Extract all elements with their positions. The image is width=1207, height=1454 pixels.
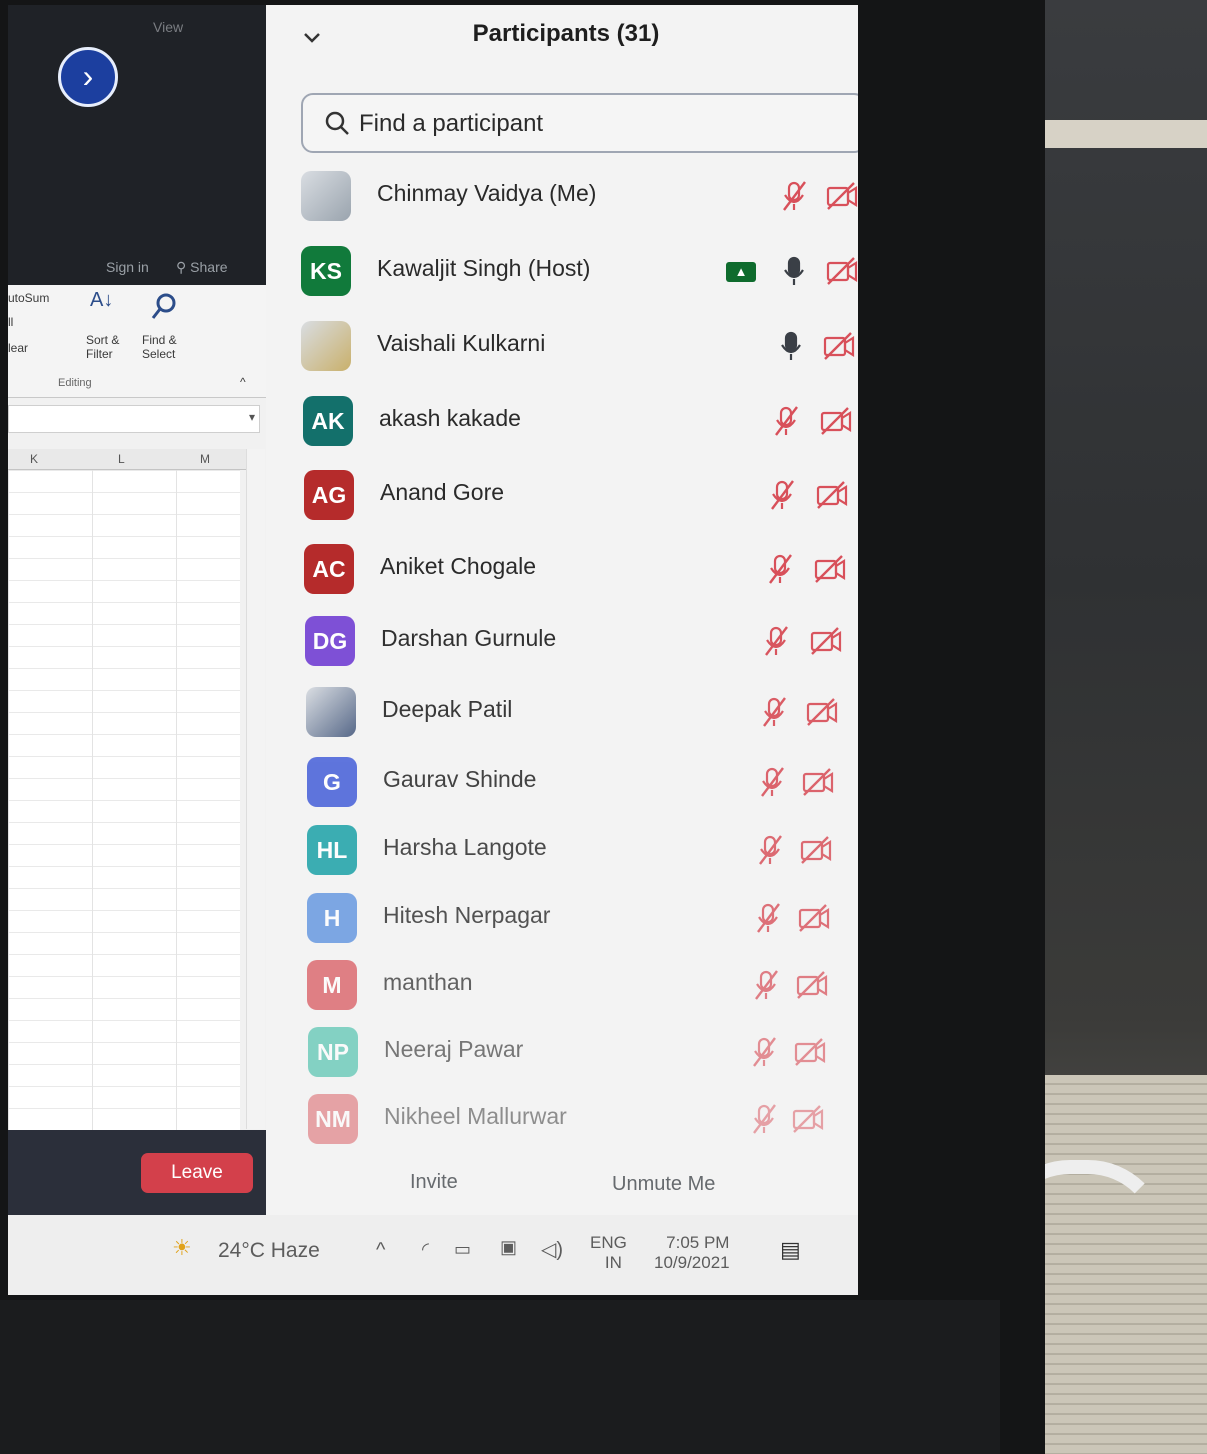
video-off-icon[interactable]	[794, 967, 830, 1003]
unmute-me-button[interactable]: Unmute Me	[612, 1173, 715, 1196]
wall-shelf	[1045, 120, 1207, 148]
mic-muted-icon[interactable]	[748, 967, 784, 1003]
video-off-icon[interactable]	[812, 551, 848, 587]
participant-name: manthan	[383, 969, 473, 995]
avatar-photo	[301, 321, 351, 371]
participant-name: Gaurav Shinde	[383, 766, 537, 792]
video-off-icon[interactable]	[798, 832, 834, 868]
participant-name: Neeraj Pawar	[384, 1036, 524, 1062]
participant-name: Hitesh Nerpagar	[383, 902, 551, 928]
participant-row[interactable]: Mmanthan	[299, 952, 858, 1018]
participant-name: Vaishali Kulkarni	[377, 330, 546, 356]
mic-muted-icon[interactable]	[764, 477, 800, 513]
avatar-initials: H	[307, 893, 357, 943]
avatar-initials: G	[307, 757, 357, 807]
mic-icon[interactable]	[776, 253, 812, 289]
video-off-icon[interactable]	[821, 328, 857, 364]
participant-row[interactable]: AK akash kakade	[295, 388, 855, 454]
monitor-bezel-bottom	[0, 1300, 1000, 1454]
battery-icon[interactable]: ▭	[454, 1239, 471, 1260]
mic-muted-icon[interactable]	[752, 832, 788, 868]
avatar-initials: AK	[303, 396, 353, 446]
leave-button[interactable]: Leave	[141, 1153, 253, 1193]
avatar-initials: AG	[304, 470, 354, 520]
participant-row[interactable]: DG Darshan Gurnule	[297, 608, 857, 674]
notification-icon[interactable]: ▤	[780, 1237, 801, 1263]
video-off-icon[interactable]	[818, 403, 854, 439]
video-off-icon[interactable]	[824, 178, 858, 214]
video-off-icon[interactable]	[796, 900, 832, 936]
video-off-icon[interactable]	[792, 1034, 828, 1070]
participant-name: Anand Gore	[380, 479, 505, 505]
participant-name: Kawaljit Singh (Host)	[377, 255, 591, 281]
mic-muted-icon[interactable]	[758, 623, 794, 659]
mic-muted-icon[interactable]	[768, 403, 804, 439]
participant-row[interactable]: NM Nikheel Mallurwar	[300, 1086, 858, 1152]
avatar-initials: DG	[305, 616, 355, 666]
video-off-icon[interactable]	[814, 477, 850, 513]
mic-muted-icon[interactable]	[776, 178, 812, 214]
clock-date: 10/9/2021	[654, 1253, 730, 1272]
participant-row[interactable]: Chinmay Vaidya (Me)	[293, 163, 858, 229]
video-off-icon[interactable]	[790, 1101, 826, 1137]
participant-name: akash kakade	[379, 405, 521, 431]
participant-name: Nikheel Mallurwar	[384, 1103, 567, 1129]
participant-name: Darshan Gurnule	[381, 625, 557, 651]
clock[interactable]: 7:05 PM 10/9/2021	[654, 1233, 730, 1273]
participant-row[interactable]: AC Aniket Chogale	[296, 536, 856, 602]
mic-muted-icon[interactable]	[762, 551, 798, 587]
screen: View › Sign in ⚲ Share utoSum ll lear A↓…	[8, 5, 858, 1295]
language-indicator[interactable]: ENG IN	[590, 1233, 627, 1273]
avatar-initials: KS	[301, 246, 351, 296]
participant-row[interactable]: AG Anand Gore	[296, 462, 856, 528]
avatar-initials: NP	[308, 1027, 358, 1077]
video-off-icon[interactable]	[800, 764, 836, 800]
participant-name: Deepak Patil	[382, 696, 513, 722]
avatar-initials: HL	[307, 825, 357, 875]
participant-row[interactable]: H Hitesh Nerpagar	[299, 885, 858, 951]
participant-name: Chinmay Vaidya (Me)	[377, 180, 597, 206]
participant-row[interactable]: Deepak Patil	[298, 679, 858, 745]
participant-row[interactable]: HL Harsha Langote	[299, 817, 858, 883]
language-line-1: ENG	[590, 1233, 627, 1252]
video-off-icon[interactable]	[808, 623, 844, 659]
participant-row[interactable]: KS Kawaljit Singh (Host) ▲	[293, 238, 858, 304]
display-icon[interactable]: ▣	[500, 1237, 517, 1258]
avatar-initials: AC	[304, 544, 354, 594]
chevron-up-icon[interactable]: ^	[376, 1239, 385, 1262]
speaker-icon[interactable]: ◁)	[541, 1237, 563, 1262]
mic-muted-icon[interactable]	[746, 1101, 782, 1137]
wifi-icon[interactable]: ◜	[422, 1239, 429, 1260]
mic-muted-icon[interactable]	[756, 694, 792, 730]
mic-muted-icon[interactable]	[750, 900, 786, 936]
windows-taskbar: ☀ 24°C Haze ^ ◜ ▭ ▣ ◁) ENG IN 7:05 PM 10/9…	[8, 1215, 858, 1295]
participant-row[interactable]: Vaishali Kulkarni	[293, 313, 855, 379]
weather-widget[interactable]: 24°C Haze	[218, 1239, 320, 1263]
participant-name: Aniket Chogale	[380, 553, 536, 579]
language-line-2: IN	[604, 1253, 622, 1272]
mic-icon[interactable]	[773, 328, 809, 364]
participant-list: Chinmay Vaidya (Me) KS Kawaljit Singh (Hos…	[8, 5, 858, 1145]
participant-row[interactable]: NP Neeraj Pawar	[300, 1019, 858, 1085]
mic-muted-icon[interactable]	[746, 1034, 782, 1070]
avatar-photo	[301, 171, 351, 221]
participant-name: Harsha Langote	[383, 834, 547, 860]
avatar-initials: NM	[308, 1094, 358, 1144]
avatar-photo	[306, 687, 356, 737]
weather-icon[interactable]: ☀	[172, 1235, 192, 1261]
avatar-initials: M	[307, 960, 357, 1010]
video-off-icon[interactable]	[804, 694, 840, 730]
clock-time: 7:05 PM	[666, 1233, 730, 1252]
invite-button[interactable]: Invite	[410, 1171, 458, 1194]
participant-row[interactable]: G Gaurav Shinde	[299, 749, 858, 815]
mic-muted-icon[interactable]	[754, 764, 790, 800]
video-off-icon[interactable]	[824, 253, 858, 289]
screen-share-icon: ▲	[726, 262, 756, 282]
